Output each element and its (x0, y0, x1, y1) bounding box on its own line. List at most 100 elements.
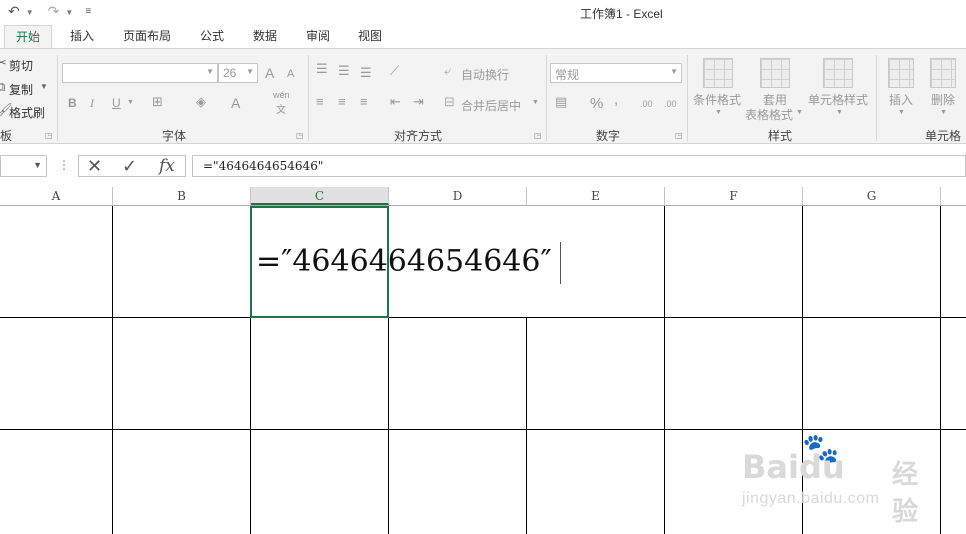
tab-review[interactable]: 审阅 (295, 25, 341, 49)
tab-formulas[interactable]: 公式 (189, 25, 235, 49)
chevron-down-icon[interactable]: ▼ (33, 160, 42, 170)
grow-font-button[interactable]: A (265, 65, 274, 81)
tab-page-layout[interactable]: 页面布局 (112, 25, 182, 49)
increase-indent-icon[interactable]: ⇥ (413, 94, 424, 110)
cancel-icon[interactable]: ✕ (87, 156, 102, 176)
wrap-text-button[interactable]: 自动换行 (461, 66, 509, 83)
enter-icon[interactable]: ✓ (122, 156, 137, 176)
borders-icon[interactable]: ⊞ (152, 94, 163, 110)
group-divider (687, 55, 688, 141)
styles-group-label: 样式 (768, 129, 793, 143)
column-header-e[interactable]: E (527, 187, 665, 205)
underline-button[interactable]: U (112, 96, 121, 110)
font-color-button[interactable]: A (231, 95, 240, 111)
font-group-label: 字体 (162, 129, 187, 143)
quick-access-toolbar: ↶ ▼ ↷ ▼ ≡ (8, 3, 91, 20)
clipboard-group-label: 板 (0, 129, 13, 143)
insert-function-icon[interactable]: fx (159, 156, 175, 176)
orientation-icon[interactable]: ⟋ (390, 63, 399, 79)
decrease-decimal-button[interactable]: .00 (664, 99, 677, 109)
fill-color-icon[interactable]: ◈ (196, 94, 206, 110)
chevron-down-icon[interactable]: ▼ (206, 67, 214, 76)
gridline (0, 317, 966, 318)
column-header-c[interactable]: C (251, 187, 389, 205)
formula-input[interactable]: ="4646464654646" (192, 155, 966, 177)
comma-button[interactable]: , (614, 91, 618, 108)
column-header-a[interactable]: A (0, 187, 113, 205)
formula-buttons: ✕ ✓ fx (78, 155, 186, 177)
chevron-down-icon[interactable]: ▼ (246, 67, 254, 76)
format-painter-button[interactable]: 格式刷 (9, 104, 45, 121)
cut-icon: ✂ (0, 55, 7, 70)
text-cursor (560, 242, 561, 284)
column-header-row: A B C D E F G (0, 187, 966, 206)
chevron-down-icon[interactable]: ▼ (26, 8, 34, 20)
align-right-icon[interactable]: ≡ (360, 94, 368, 109)
phonetic-button[interactable]: wén (273, 90, 290, 100)
insert-cells-icon (888, 58, 914, 88)
delete-cells-button[interactable]: 删除 (931, 91, 955, 108)
redo-icon[interactable]: ↷ (48, 3, 60, 20)
window-title: 工作簿1 - Excel (580, 7, 663, 21)
increase-decimal-button[interactable]: .00 (640, 99, 653, 109)
customize-qat-icon[interactable]: ≡ (85, 6, 91, 20)
italic-button[interactable]: I (90, 96, 94, 111)
delete-cells-icon (930, 58, 956, 88)
undo-icon[interactable]: ↶ (8, 3, 20, 20)
align-top-icon[interactable]: ☰ (316, 61, 328, 77)
name-box[interactable]: ▼ (0, 155, 47, 177)
accounting-format-icon[interactable]: ▤ (555, 94, 567, 110)
percent-button[interactable]: % (590, 95, 603, 112)
insert-cells-button[interactable]: 插入 (889, 91, 913, 108)
chevron-down-icon[interactable]: ▼ (940, 109, 947, 116)
chevron-down-icon[interactable]: ▼ (532, 99, 539, 106)
align-left-icon[interactable]: ≡ (316, 94, 324, 109)
chevron-down-icon[interactable]: ▼ (898, 109, 905, 116)
chevron-down-icon[interactable]: ▼ (65, 8, 73, 20)
resize-handle-icon[interactable]: ⋮ (58, 158, 70, 172)
gridline (526, 318, 527, 534)
merge-center-button[interactable]: 合并后居中 (461, 97, 521, 114)
align-middle-icon[interactable]: ☰ (338, 63, 350, 79)
shrink-font-button[interactable]: A (287, 68, 294, 80)
title-bar: ↶ ▼ ↷ ▼ ≡ 工作簿1 - Excel (0, 0, 966, 25)
alignment-group-label: 对齐方式 (394, 129, 443, 143)
conditional-formatting-button[interactable]: 条件格式 (693, 91, 741, 108)
chevron-down-icon[interactable]: ▼ (40, 82, 48, 91)
dialog-launcher-icon[interactable]: ◳ (675, 131, 683, 140)
dialog-launcher-icon[interactable]: ◳ (45, 131, 53, 140)
dialog-launcher-icon[interactable]: ◳ (296, 131, 304, 140)
cell-styles-button[interactable]: 单元格样式 (808, 91, 868, 108)
chevron-down-icon[interactable]: ▼ (715, 109, 722, 116)
column-header-d[interactable]: D (389, 187, 527, 205)
conditional-formatting-icon (703, 58, 733, 88)
font-size-box[interactable]: 26 ▼ (218, 63, 258, 83)
chevron-down-icon[interactable]: ▼ (796, 109, 803, 116)
gridline (0, 429, 966, 430)
column-header-b[interactable]: B (113, 187, 251, 205)
chevron-down-icon[interactable]: ▼ (836, 109, 843, 116)
dialog-launcher-icon[interactable]: ◳ (534, 131, 542, 140)
number-group-label: 数字 (596, 129, 621, 143)
align-bottom-icon[interactable]: ☰ (360, 65, 372, 81)
column-header-f[interactable]: F (665, 187, 803, 205)
watermark-url: jingyan.baidu.com (742, 490, 880, 507)
number-format-box[interactable]: 常规 ▼ (550, 63, 682, 83)
copy-button[interactable]: 复制 (9, 81, 33, 98)
align-center-icon[interactable]: ≡ (338, 94, 346, 109)
tab-view[interactable]: 视图 (347, 25, 393, 49)
group-divider (308, 55, 309, 141)
group-divider (546, 55, 547, 141)
number-format-value: 常规 (555, 68, 580, 82)
column-header-g[interactable]: G (803, 187, 941, 205)
tab-insert[interactable]: 插入 (59, 25, 105, 49)
decrease-indent-icon[interactable]: ⇤ (390, 94, 401, 110)
ribbon: ✂ 剪切 ⧉ 复制 ▼ 🖌 格式刷 板 ◳ ▼ 26 ▼ A A B I U ▼… (0, 48, 966, 144)
cut-button[interactable]: 剪切 (9, 57, 33, 74)
bold-button[interactable]: B (68, 96, 77, 110)
font-name-box[interactable]: ▼ (62, 63, 218, 83)
chevron-down-icon[interactable]: ▼ (127, 99, 134, 106)
tab-home[interactable]: 开始 (4, 25, 53, 49)
tab-data[interactable]: 数据 (242, 25, 288, 49)
chevron-down-icon[interactable]: ▼ (670, 67, 678, 76)
